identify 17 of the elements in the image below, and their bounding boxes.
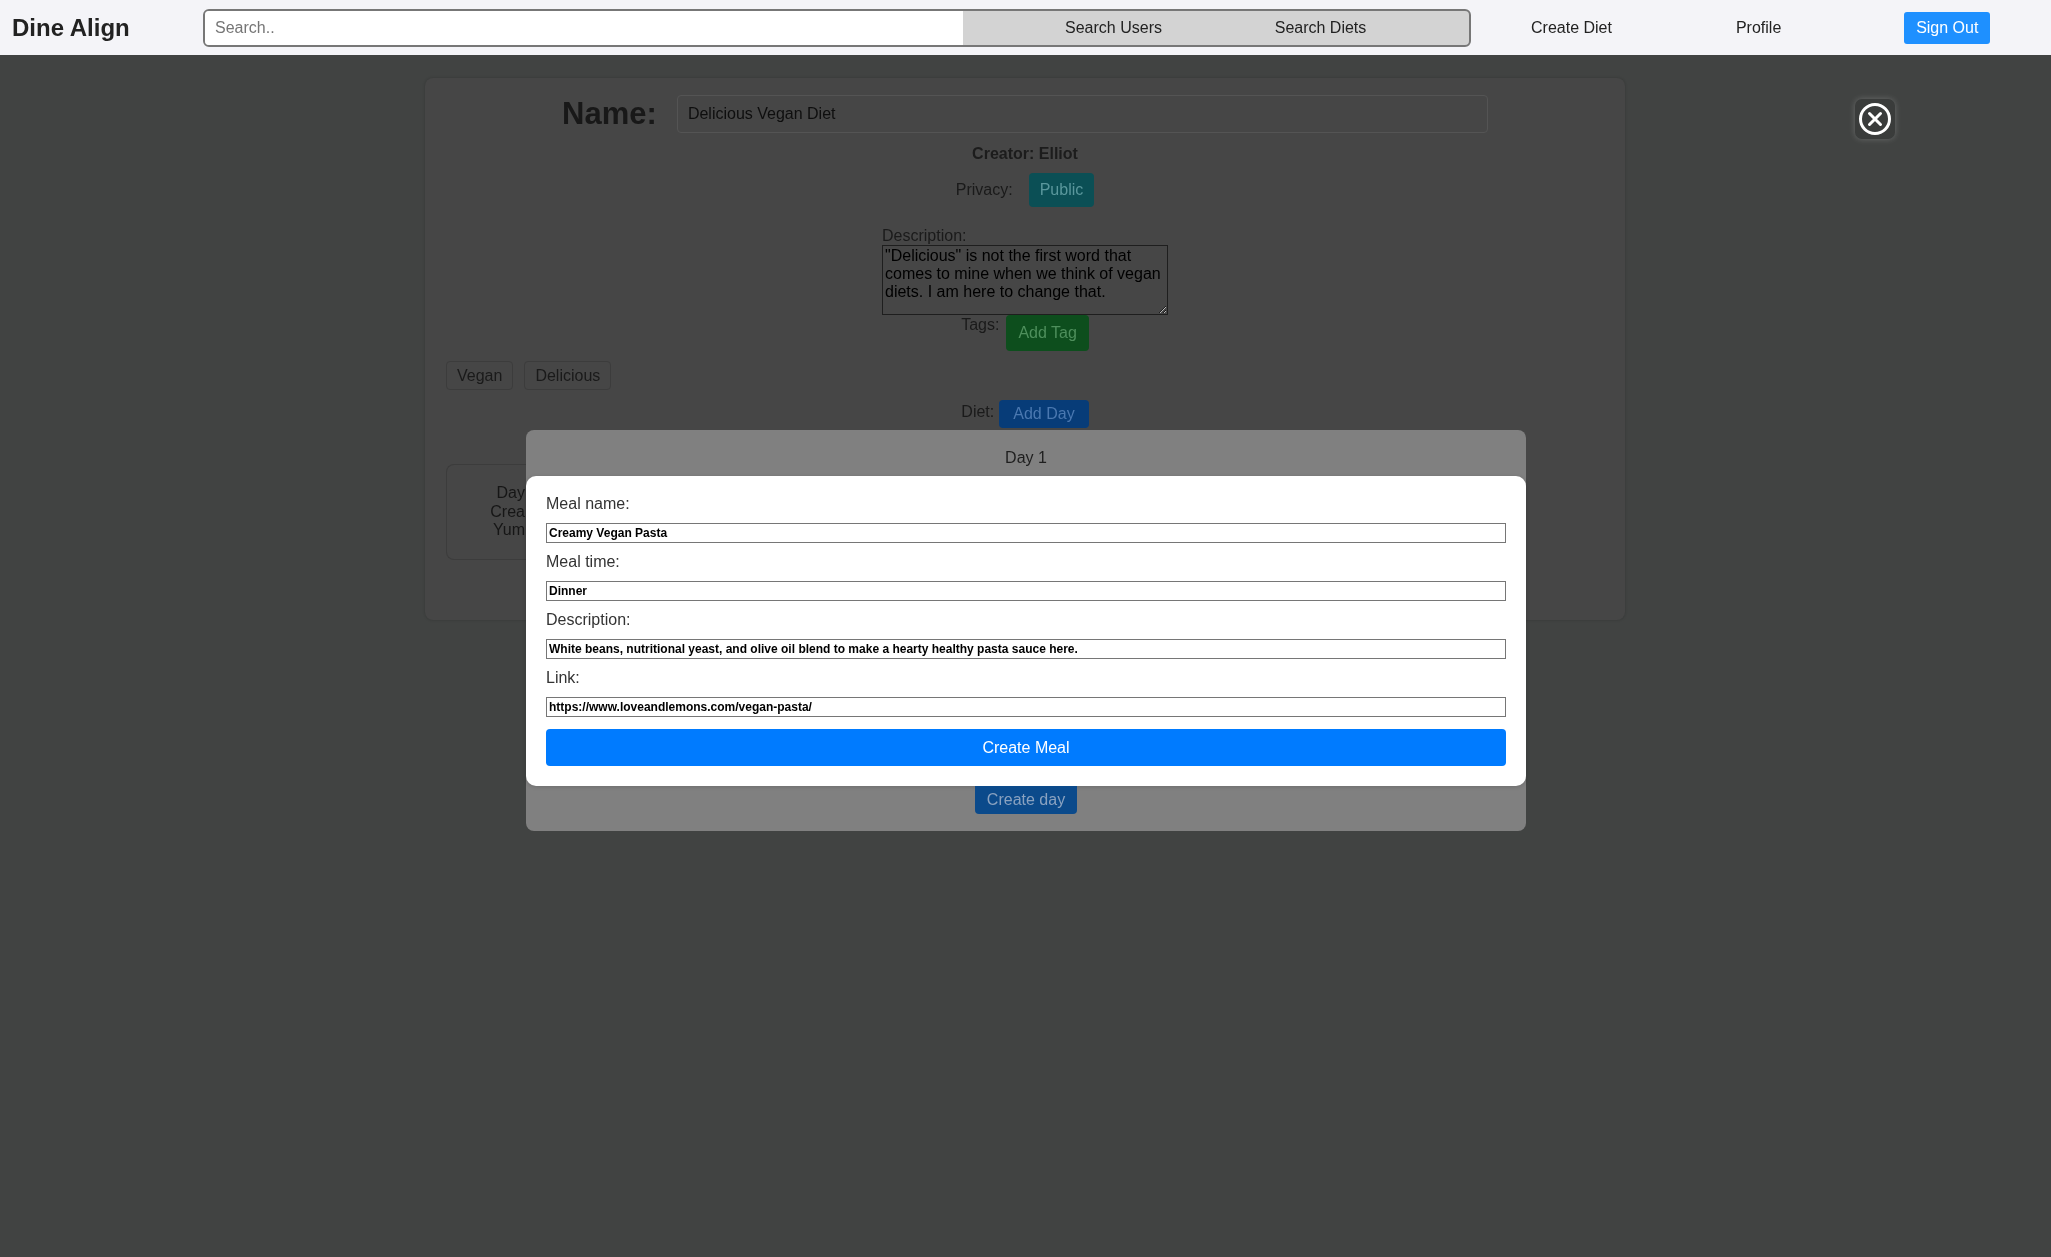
close-icon[interactable] (1855, 99, 1895, 139)
text-input-field[interactable]: Creamy Vegan Pasta (546, 523, 1506, 543)
create-meal-button[interactable]: Create Meal (546, 729, 1506, 766)
search-option-button[interactable]: Search Users (1010, 10, 1217, 45)
nav-link[interactable]: Create Diet (1531, 18, 1612, 37)
search-option-button[interactable]: Search Diets (1217, 10, 1424, 45)
brand-name[interactable]: Dine Align (12, 13, 130, 42)
search-field[interactable]: Search.. (205, 10, 963, 45)
field-label: Meal time: (546, 553, 620, 571)
text-input-field[interactable]: White beans, nutritional yeast, and olive oil blend to make a hearty healthy pasta sauce here. (546, 639, 1506, 659)
nav-link[interactable]: Profile (1735, 18, 1782, 37)
day-modal-title: Day 1 (1005, 448, 1047, 468)
field-label: Link: (546, 669, 580, 687)
field-label: Description: (546, 611, 631, 629)
field-label: Meal name: (546, 495, 630, 513)
text-input-field[interactable]: https://www.loveandlemons.com/vegan-pasta/ (546, 697, 1506, 717)
text-input-field[interactable]: Dinner (546, 581, 1506, 601)
